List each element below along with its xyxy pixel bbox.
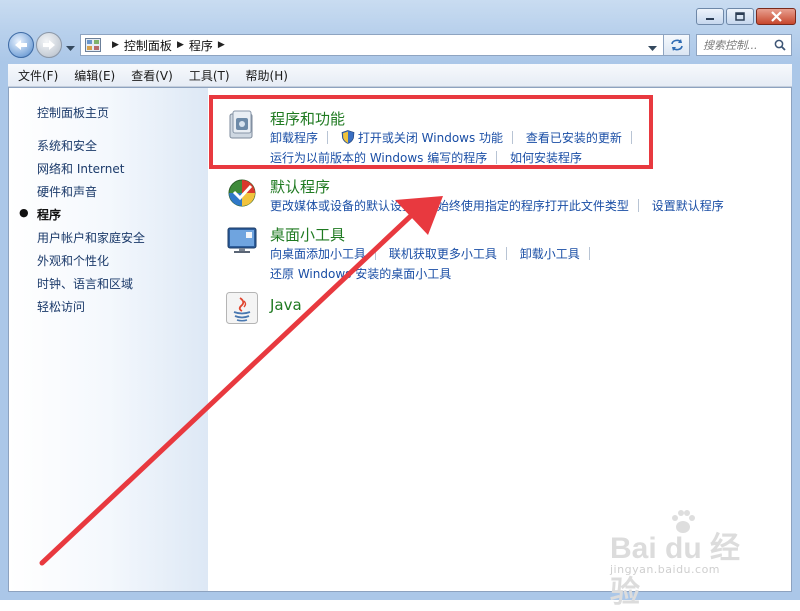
maximize-icon xyxy=(735,12,745,21)
breadcrumb-separator-icon: ▶ xyxy=(112,40,119,50)
search-box[interactable]: 搜索控制... xyxy=(696,34,792,56)
sidebar-item-user-accounts[interactable]: 用户帐户和家庭安全 xyxy=(37,229,145,246)
sidebar: 控制面板主页 系统和安全 网络和 Internet 硬件和声音 ● 程序 用户帐… xyxy=(9,88,208,591)
annotation-highlight-box xyxy=(209,95,653,169)
link-set-default-programs[interactable]: 设置默认程序 xyxy=(652,199,724,213)
close-icon xyxy=(770,11,782,22)
sidebar-item-system-security[interactable]: 系统和安全 xyxy=(37,137,97,154)
sidebar-item-programs[interactable]: 程序 xyxy=(37,206,61,223)
link-change-media-defaults[interactable]: 更改媒体或设备的默认设置 xyxy=(270,199,414,213)
java-icon xyxy=(226,292,258,324)
link-separator xyxy=(588,247,590,260)
category-title-desktop-gadgets[interactable]: 桌面小工具 xyxy=(270,224,345,245)
breadcrumb-programs[interactable]: 程序 xyxy=(189,37,213,54)
forward-arrow-icon xyxy=(43,40,55,50)
menu-help[interactable]: 帮助(H) xyxy=(238,65,296,86)
sidebar-item-ease-of-access[interactable]: 轻松访问 xyxy=(37,298,85,315)
link-separator xyxy=(637,199,639,212)
menu-tools[interactable]: 工具(T) xyxy=(181,65,238,86)
menu-edit[interactable]: 编辑(E) xyxy=(66,65,123,86)
sidebar-item-hardware-sound[interactable]: 硬件和声音 xyxy=(37,183,97,200)
link-row: 向桌面添加小工具 联机获取更多小工具 卸载小工具 xyxy=(270,245,599,262)
chevron-down-icon xyxy=(66,46,75,51)
sidebar-item-clock-language-region[interactable]: 时钟、语言和区域 xyxy=(37,275,133,292)
back-arrow-icon xyxy=(15,40,27,50)
control-panel-icon xyxy=(85,38,101,52)
minimize-icon xyxy=(706,17,714,20)
watermark: Bai du 经验 jingyan.baidu.com xyxy=(610,510,760,609)
breadcrumb-separator-icon[interactable]: ▶ xyxy=(218,40,225,50)
watermark-url: jingyan.baidu.com xyxy=(610,563,721,576)
category-title-default-programs[interactable]: 默认程序 xyxy=(270,176,330,197)
navigation-bar: ▶ 控制面板 ▶ 程序 ▶ 搜索控制... xyxy=(8,32,792,60)
link-row: 更改媒体或设备的默认设置 始终使用指定的程序打开此文件类型 设置默认程序 xyxy=(270,197,724,214)
sidebar-item-network-internet[interactable]: 网络和 Internet xyxy=(37,160,124,177)
link-add-gadgets[interactable]: 向桌面添加小工具 xyxy=(270,247,366,261)
chevron-down-icon xyxy=(648,46,657,51)
search-input[interactable]: 搜索控制... xyxy=(703,37,774,53)
desktop-gadgets-icon xyxy=(227,227,257,253)
sidebar-item-control-panel-home[interactable]: 控制面板主页 xyxy=(37,104,109,121)
link-get-more-gadgets[interactable]: 联机获取更多小工具 xyxy=(389,247,497,261)
recent-pages-dropdown[interactable] xyxy=(66,41,75,55)
sidebar-item-appearance[interactable]: 外观和个性化 xyxy=(37,252,109,269)
search-icon[interactable] xyxy=(774,39,786,51)
menu-file[interactable]: 文件(F) xyxy=(10,65,66,86)
link-separator xyxy=(375,247,377,260)
menu-bar: 文件(F) 编辑(E) 查看(V) 工具(T) 帮助(H) xyxy=(8,64,792,87)
link-uninstall-gadget[interactable]: 卸载小工具 xyxy=(520,247,580,261)
back-button[interactable] xyxy=(8,32,34,58)
link-always-use-program[interactable]: 始终使用指定的程序打开此文件类型 xyxy=(437,199,629,213)
menu-view[interactable]: 查看(V) xyxy=(123,65,181,86)
link-separator xyxy=(423,199,425,212)
link-restore-gadgets[interactable]: 还原 Windows 安装的桌面小工具 xyxy=(270,267,451,281)
close-button[interactable] xyxy=(756,8,796,25)
breadcrumb-control-panel[interactable]: 控制面板 xyxy=(124,37,172,54)
address-bar[interactable]: ▶ 控制面板 ▶ 程序 ▶ xyxy=(80,34,664,56)
forward-button[interactable] xyxy=(36,32,62,58)
refresh-button[interactable] xyxy=(664,34,690,56)
link-separator xyxy=(505,247,507,260)
refresh-icon xyxy=(670,39,683,51)
minimize-button[interactable] xyxy=(696,8,724,25)
default-programs-icon xyxy=(228,179,256,207)
address-history-dropdown[interactable] xyxy=(648,41,657,55)
window-controls xyxy=(696,8,796,25)
active-indicator-icon: ● xyxy=(19,206,29,219)
maximize-button[interactable] xyxy=(726,8,754,25)
breadcrumb-separator-icon[interactable]: ▶ xyxy=(177,40,184,50)
category-title-java[interactable]: Java xyxy=(270,296,302,314)
link-row: 还原 Windows 安装的桌面小工具 xyxy=(270,265,451,282)
